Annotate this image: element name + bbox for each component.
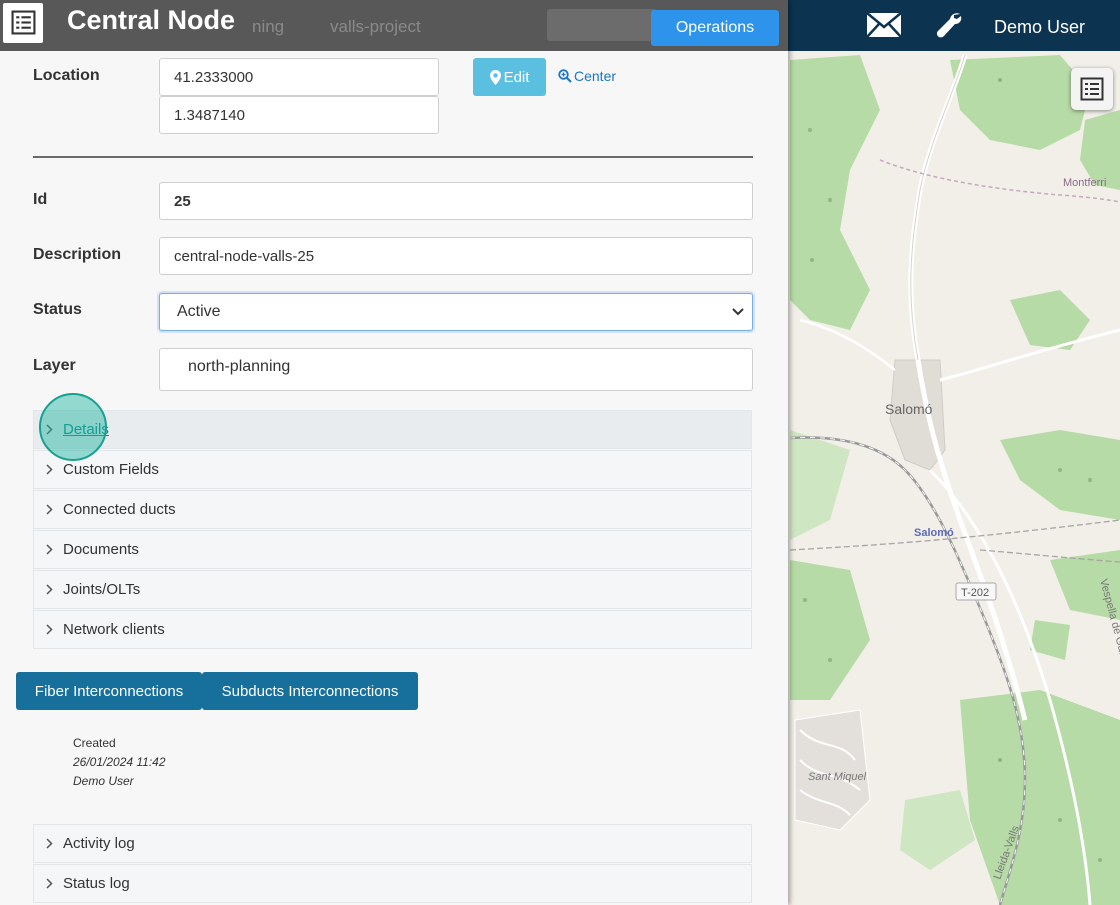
accordion-activity-log-label: Activity log [63, 835, 135, 852]
status-value: Active [177, 303, 221, 320]
ghost-project: valls-project [330, 17, 421, 36]
accordion-details[interactable]: Details [33, 410, 752, 449]
fiber-interconnections-button[interactable]: Fiber Interconnections [16, 672, 202, 710]
layer-label: Layer [33, 357, 76, 374]
chevron-right-icon [46, 838, 60, 849]
map-label-salomo-station: Salomó [914, 527, 954, 539]
status-label: Status [33, 301, 82, 318]
latitude-input[interactable]: 41.2333000 [159, 58, 439, 96]
central-node-panel: ning valls-project Central Node Operatio… [0, 0, 788, 905]
center-map-link[interactable]: Center [558, 68, 616, 84]
longitude-input[interactable]: 1.3487140 [159, 96, 439, 134]
accordion-documents[interactable]: Documents [33, 530, 752, 569]
accordion-documents-label: Documents [63, 541, 139, 558]
edit-location-button[interactable]: Edit [473, 58, 546, 96]
created-date: 26/01/2024 11:42 [73, 755, 166, 769]
chevron-down-icon [732, 308, 744, 316]
mail-icon[interactable] [866, 11, 902, 39]
chevron-right-icon [46, 504, 60, 515]
chevron-right-icon [46, 624, 60, 635]
top-navbar: Demo User [788, 0, 1120, 51]
accordion-network-clients-label: Network clients [63, 621, 165, 638]
accordion-status-log-label: Status log [63, 875, 130, 892]
wrench-icon[interactable] [934, 10, 964, 40]
map-label-sant-miquel: Sant Miquel [808, 771, 867, 783]
map-label-salomo: Salomó [885, 401, 933, 417]
panel-title: Central Node [67, 5, 236, 35]
list-icon [11, 10, 36, 35]
ghost-tab: ning [252, 17, 285, 36]
id-label: Id [33, 191, 48, 208]
subducts-interconnections-button[interactable]: Subducts Interconnections [202, 672, 418, 710]
edit-label: Edit [503, 68, 530, 86]
user-menu[interactable]: Demo User [994, 17, 1085, 38]
location-label: Location [33, 67, 100, 84]
created-by: Demo User [73, 774, 134, 788]
chevron-right-icon [46, 544, 60, 555]
accordion-custom-fields-label: Custom Fields [63, 461, 159, 478]
status-select[interactable]: Active [159, 293, 753, 331]
operations-button[interactable]: Operations [651, 10, 779, 46]
panel-header: ning valls-project Central Node Operatio… [0, 0, 788, 51]
chevron-right-icon [46, 584, 60, 595]
map-road-t202: T-202 [961, 587, 989, 599]
id-input[interactable]: 25 [159, 182, 753, 220]
center-label: Center [574, 68, 617, 84]
map-marker-icon [489, 69, 501, 85]
accordion-joints-olts-label: Joints/OLTs [63, 581, 141, 598]
ghost-search [547, 9, 657, 41]
accordion-connected-ducts-label: Connected ducts [63, 501, 176, 518]
map-label-montferri: Montferri [1063, 177, 1106, 189]
zoom-icon [558, 69, 572, 83]
description-input[interactable]: central-node-valls-25 [159, 237, 753, 275]
accordion-status-log[interactable]: Status log [33, 864, 752, 903]
chevron-right-icon [46, 464, 60, 475]
section-divider [33, 156, 753, 158]
panel-list-button[interactable] [3, 3, 43, 43]
accordion-joints-olts[interactable]: Joints/OLTs [33, 570, 752, 609]
created-label: Created [73, 736, 116, 750]
accordion-connected-ducts[interactable]: Connected ducts [33, 490, 752, 529]
accordion-custom-fields[interactable]: Custom Fields [33, 450, 752, 489]
accordion-network-clients[interactable]: Network clients [33, 610, 752, 649]
description-label: Description [33, 246, 122, 263]
accordion-activity-log[interactable]: Activity log [33, 824, 752, 863]
chevron-right-icon [46, 878, 60, 889]
click-indicator [39, 393, 107, 461]
layer-select[interactable]: north-planning [159, 348, 753, 391]
map-list-button[interactable] [1071, 68, 1113, 110]
list-icon [1080, 77, 1104, 101]
